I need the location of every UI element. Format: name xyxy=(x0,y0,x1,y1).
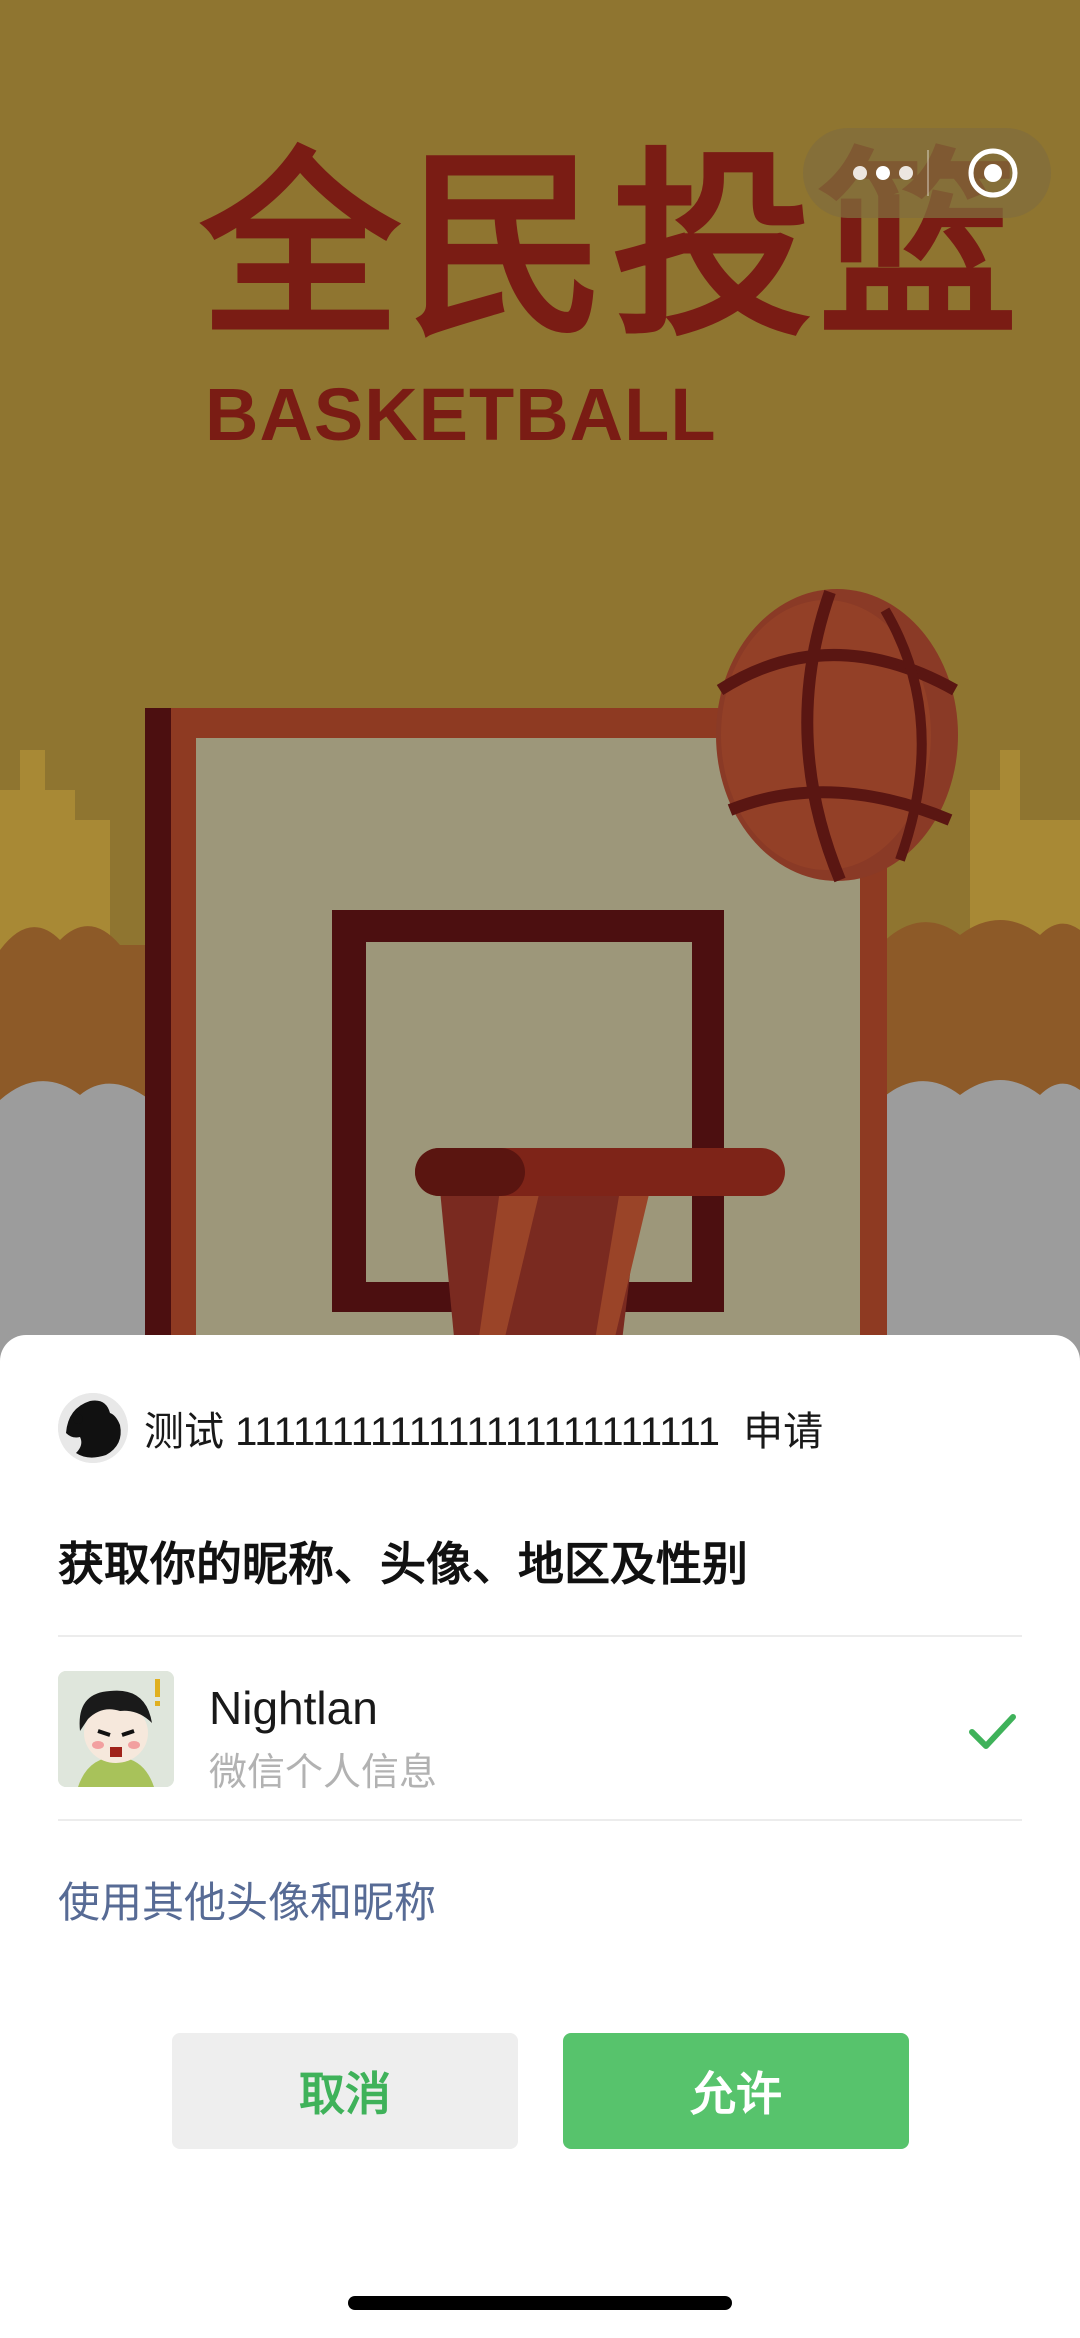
avatar xyxy=(58,1671,174,1787)
cancel-button[interactable]: 取消 xyxy=(172,2033,518,2149)
app-logo xyxy=(58,1393,128,1463)
request-word: 申请 xyxy=(743,1410,824,1454)
app-name: 测试 1111111111111111111111111 xyxy=(144,1410,721,1454)
more-dots-icon[interactable] xyxy=(838,128,928,218)
home-indicator xyxy=(348,2296,732,2310)
profile-subtitle: 微信个人信息 xyxy=(209,1752,438,1794)
allow-button[interactable]: 允许 xyxy=(563,2033,909,2149)
capsule-divider xyxy=(927,150,929,196)
game-title-en: BASKETBALL xyxy=(205,373,717,456)
authorization-sheet: 测试 1111111111111111111111111 申请 获取你的昵称、头… xyxy=(0,1335,1080,2338)
app-info-row: 测试 1111111111111111111111111 申请 xyxy=(58,1393,823,1463)
target-close-icon[interactable] xyxy=(958,128,1028,218)
miniprogram-capsule xyxy=(803,128,1051,218)
divider-top xyxy=(58,1635,1022,1637)
profile-option-row[interactable]: Nightlan 微信个人信息 xyxy=(58,1671,1022,1794)
nickname: Nightlan xyxy=(209,1682,378,1734)
use-other-avatar-link[interactable]: 使用其他头像和昵称 xyxy=(58,1869,436,1930)
checkmark-icon xyxy=(969,1714,1016,1749)
divider-bottom xyxy=(58,1819,1022,1821)
permission-title: 获取你的昵称、头像、地区及性别 xyxy=(58,1538,748,1590)
